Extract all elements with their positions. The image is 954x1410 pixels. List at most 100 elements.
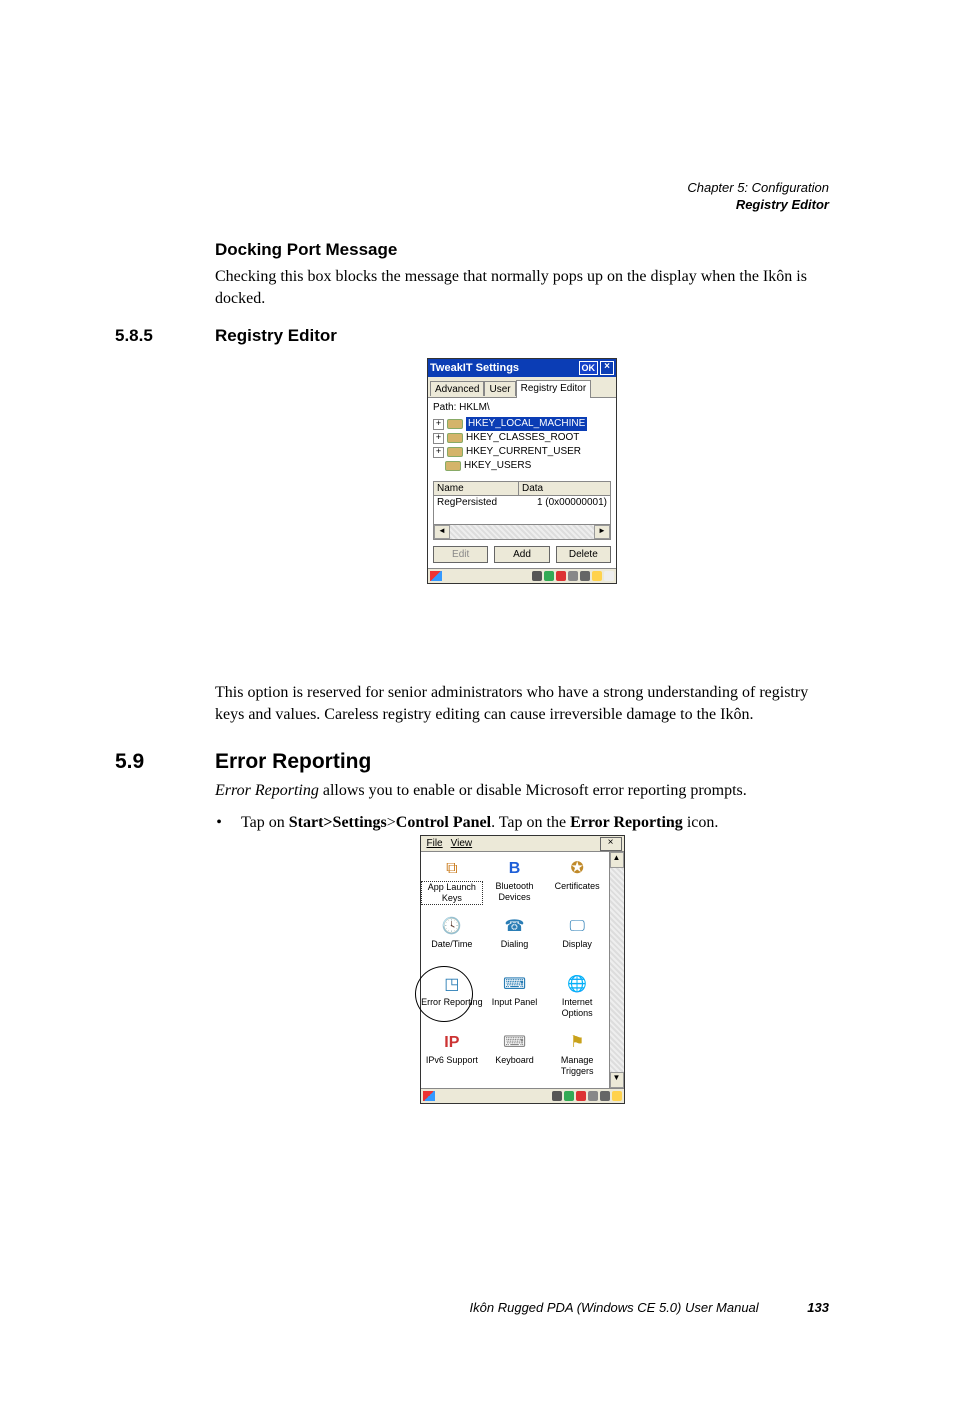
tab-registry-editor[interactable]: Registry Editor [516, 380, 592, 398]
table-row[interactable]: RegPersisted 1 (0x00000001) [434, 496, 610, 525]
scroll-down-icon[interactable]: ▼ [610, 1072, 624, 1088]
tree-node-hkcu[interactable]: + HKEY_CURRENT_USER [433, 445, 611, 459]
tray-icon[interactable] [580, 571, 590, 581]
footer-text: Ikôn Rugged PDA (Windows CE 5.0) User Ma… [470, 1300, 759, 1315]
tab-advanced[interactable]: Advanced [430, 381, 484, 396]
start-icon[interactable] [430, 571, 442, 581]
app-launch-keys-icon: ⧉ [440, 856, 464, 880]
add-button[interactable]: Add [494, 546, 549, 563]
expand-icon[interactable]: + [433, 419, 444, 430]
scroll-track[interactable] [450, 525, 594, 539]
tray-icon[interactable] [588, 1091, 598, 1101]
delete-button[interactable]: Delete [556, 546, 611, 563]
key-icon [447, 419, 463, 429]
cpl-label: Display [562, 939, 592, 950]
start-icon[interactable] [423, 1091, 435, 1101]
tray-icon[interactable] [592, 571, 602, 581]
heading-registry-editor: Registry Editor [215, 326, 829, 346]
bluetooth-icon: B [502, 856, 526, 880]
tray-icon[interactable] [556, 571, 566, 581]
column-header-data[interactable]: Data [519, 482, 610, 495]
close-button[interactable]: × [600, 361, 614, 375]
cpl-item-manage-triggers[interactable]: ⚑ Manage Triggers [546, 1028, 609, 1086]
tray-icon[interactable] [612, 1091, 622, 1101]
tree-label-hklm: HKEY_LOCAL_MACHINE [466, 417, 587, 431]
cpl-label: IPv6 Support [426, 1055, 478, 1066]
cpl-item-internet-options[interactable]: 🌐 Internet Options [546, 970, 609, 1028]
cpl-item-keyboard[interactable]: ⌨ Keyboard [483, 1028, 546, 1086]
systray [552, 1091, 622, 1101]
header-chapter: Chapter 5: Configuration [687, 180, 829, 197]
tree-label-hku: HKEY_USERS [464, 459, 531, 473]
scroll-left-icon[interactable]: ◄ [434, 525, 450, 539]
keyboard-icon: ⌨ [502, 1030, 526, 1054]
edit-button[interactable]: Edit [433, 546, 488, 563]
cpl-item-bluetooth[interactable]: B Bluetooth Devices [483, 854, 546, 912]
cpl-icon-grid: ⧉ App Launch Keys B Bluetooth Devices ✪ … [421, 852, 609, 1088]
cpl-item-display[interactable]: 🖵 Display [546, 912, 609, 970]
cpl-item-certificates[interactable]: ✪ Certificates [546, 854, 609, 912]
cpl-label: Internet Options [546, 997, 609, 1019]
cpl-label: Input Panel [492, 997, 538, 1008]
cpl-label: Error Reporting [421, 997, 483, 1008]
tree-node-hklm[interactable]: + HKEY_LOCAL_MACHINE [433, 417, 611, 431]
cpl-label: Keyboard [495, 1055, 534, 1066]
cpl-item-input-panel[interactable]: ⌨ Input Panel [483, 970, 546, 1028]
menu-view[interactable]: View [447, 838, 477, 849]
column-header-name[interactable]: Name [434, 482, 519, 495]
close-button[interactable]: × [600, 837, 622, 851]
dialing-icon: ☎ [502, 914, 526, 938]
tray-icon[interactable] [600, 1091, 610, 1101]
tree-label-hkcu: HKEY_CURRENT_USER [466, 445, 581, 459]
tray-icon[interactable] [552, 1091, 562, 1101]
tray-icon[interactable] [532, 571, 542, 581]
horizontal-scrollbar[interactable]: ◄ ► [433, 524, 611, 540]
ok-button[interactable]: OK [579, 361, 599, 375]
expand-icon[interactable]: + [433, 447, 444, 458]
cpl-item-error-reporting[interactable]: ◳ Error Reporting [421, 970, 484, 1028]
display-icon: 🖵 [565, 914, 589, 938]
menu-file[interactable]: File [423, 838, 447, 849]
section-number-585: 5.8.5 [115, 326, 153, 346]
taskbar [421, 1088, 624, 1103]
tweakit-tabs: Advanced User Registry Editor [428, 377, 616, 398]
tree-node-hku[interactable]: HKEY_USERS [433, 459, 611, 473]
tray-icon[interactable] [576, 1091, 586, 1101]
expand-icon[interactable]: + [433, 433, 444, 444]
internet-options-icon: 🌐 [565, 972, 589, 996]
footer: Ikôn Rugged PDA (Windows CE 5.0) User Ma… [470, 1300, 829, 1315]
bullet-text: Tap on Start>Settings>Control Panel. Tap… [241, 812, 718, 834]
tree-node-hkcr[interactable]: + HKEY_CLASSES_ROOT [433, 431, 611, 445]
key-icon [445, 461, 461, 471]
cpl-menubar: File View × [421, 836, 624, 852]
tray-icon[interactable] [568, 571, 578, 581]
scroll-up-icon[interactable]: ▲ [610, 852, 624, 868]
cpl-item-datetime[interactable]: 🕓 Date/Time [421, 912, 484, 970]
bullet-icon: • [215, 812, 223, 834]
taskbar [428, 568, 616, 583]
tree-label-hkcr: HKEY_CLASSES_ROOT [466, 431, 579, 445]
cell-data: 1 (0x00000001) [518, 496, 610, 524]
heading-docking-port-message: Docking Port Message [215, 240, 829, 260]
key-icon [447, 447, 463, 457]
intro-rest: allows you to enable or disable Microsof… [319, 782, 747, 799]
tray-icon[interactable] [564, 1091, 574, 1101]
running-header: Chapter 5: Configuration Registry Editor [687, 180, 829, 214]
certificates-icon: ✪ [565, 856, 589, 880]
scroll-track[interactable] [610, 868, 624, 1072]
tab-user[interactable]: User [484, 381, 515, 396]
cpl-label: Bluetooth Devices [483, 881, 546, 903]
vertical-scrollbar[interactable]: ▲ ▼ [609, 852, 624, 1088]
heading-error-reporting: Error Reporting [215, 750, 829, 774]
tray-icon[interactable] [604, 571, 614, 581]
body-registry-editor-note: This option is reserved for senior admin… [215, 682, 829, 725]
bullet-item: • Tap on Start>Settings>Control Panel. T… [215, 812, 829, 834]
cell-name: RegPersisted [434, 496, 518, 524]
cpl-item-ipv6[interactable]: IP IPv6 Support [421, 1028, 484, 1086]
tree-indent [433, 462, 442, 471]
tray-icon[interactable] [544, 571, 554, 581]
cpl-item-dialing[interactable]: ☎ Dialing [483, 912, 546, 970]
header-section: Registry Editor [687, 197, 829, 214]
cpl-item-app-launch-keys[interactable]: ⧉ App Launch Keys [421, 854, 484, 912]
scroll-right-icon[interactable]: ► [594, 525, 610, 539]
